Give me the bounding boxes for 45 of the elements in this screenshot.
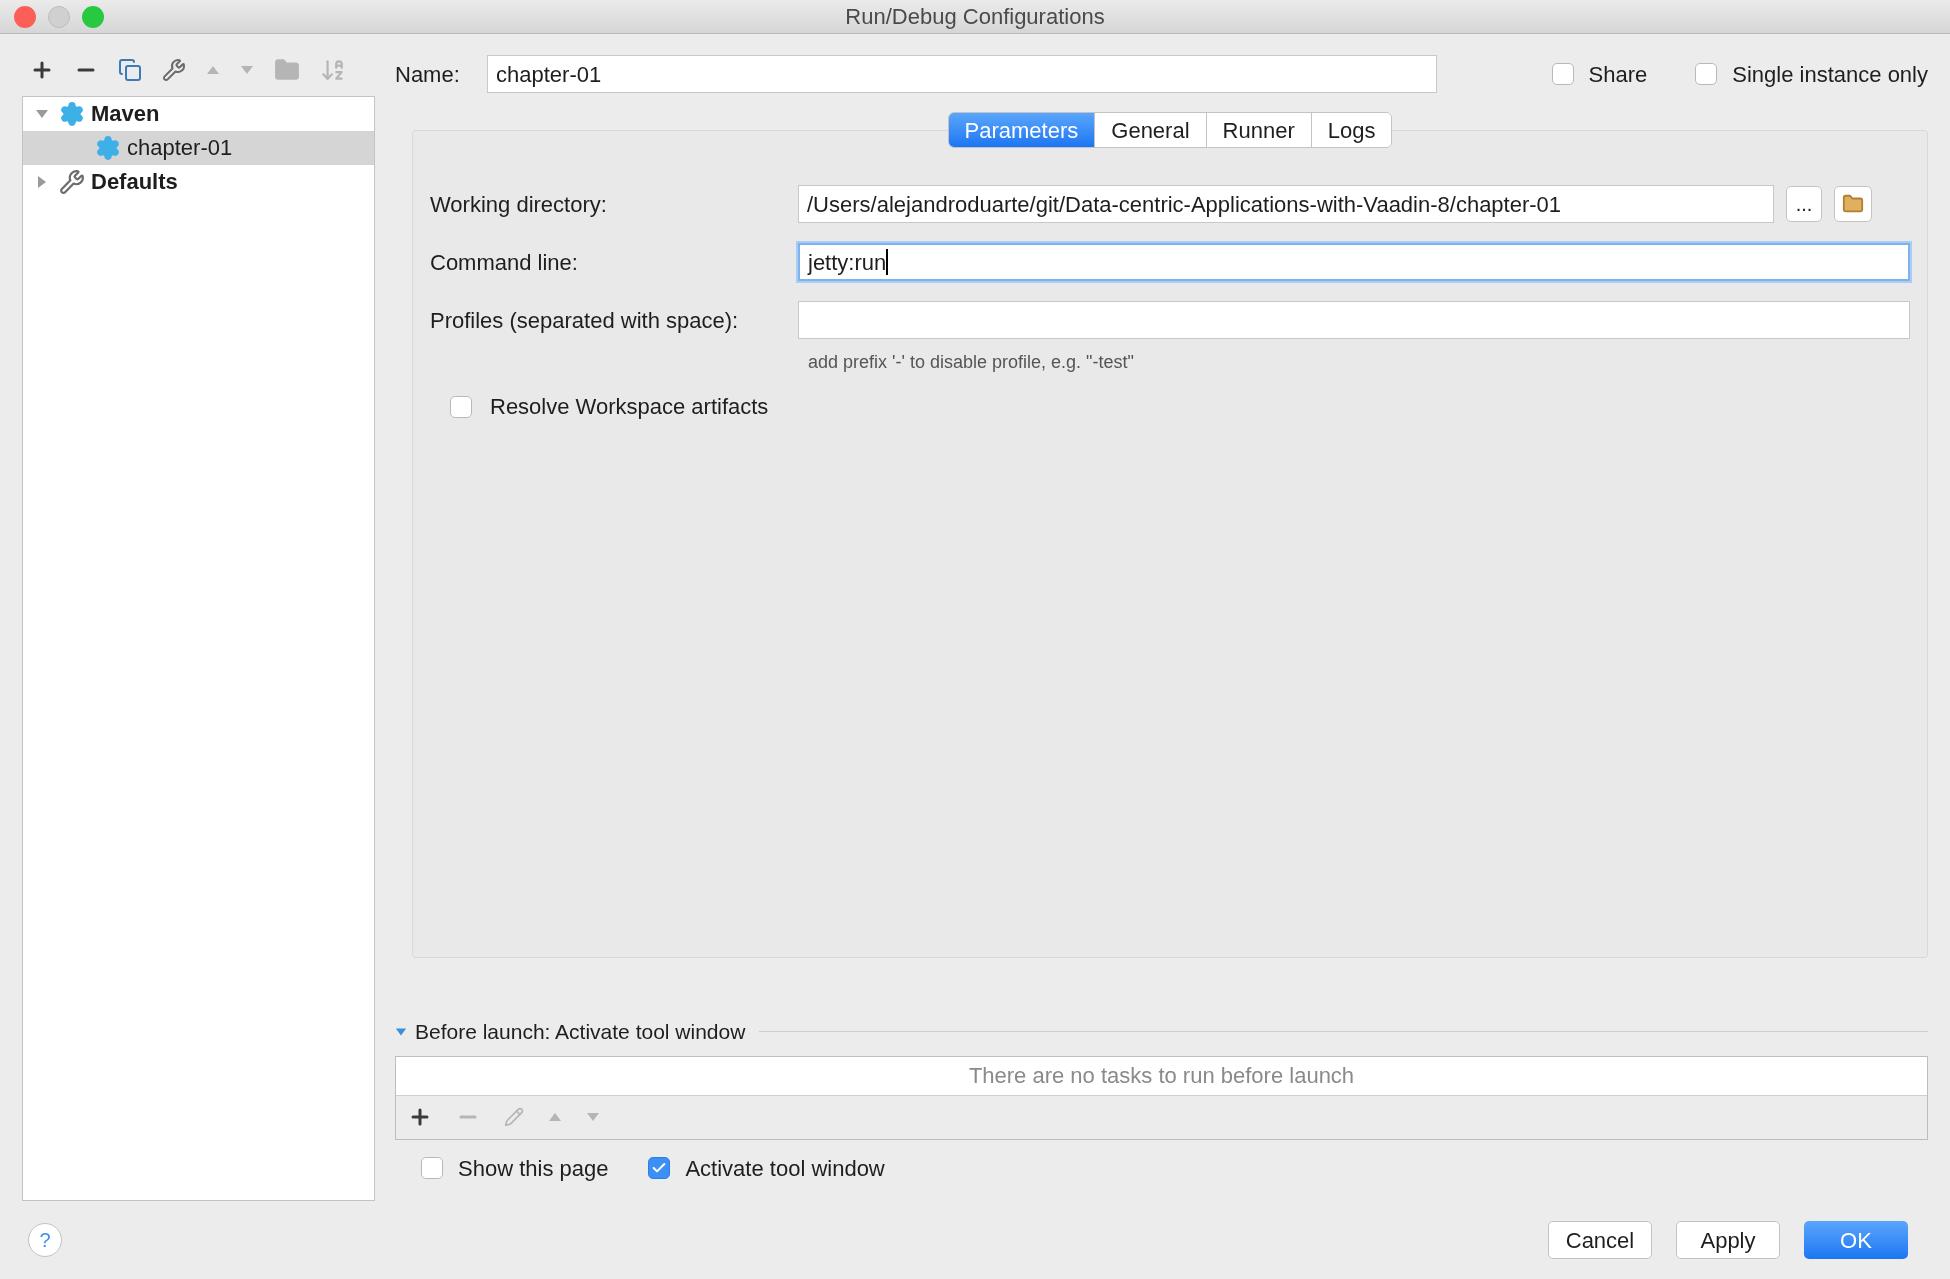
text-field[interactable]: jetty:run [798,243,1910,281]
text-field[interactable]: /Users/alejandroduarte/git/Data-centric-Applications-with-Vaadin-8/chapter-01 [798,185,1774,223]
option-label: Resolve Workspace artifacts [490,393,769,421]
wrench-icon[interactable] [162,57,186,82]
maximize-window-button[interactable] [82,5,104,28]
wrench-icon [59,168,85,195]
dialog-button[interactable]: Cancel [1548,1221,1652,1259]
dialog-button[interactable]: Apply [1676,1221,1780,1259]
option-label: Activate tool window [685,1154,885,1183]
section-title: Before launch: Activate tool window [415,1019,746,1045]
option-label: Show this page [458,1154,609,1183]
open-folder-button[interactable] [1834,186,1872,222]
browse-button[interactable]: ... [1786,186,1822,222]
checkbox[interactable] [1695,63,1718,85]
copy-icon[interactable] [118,57,142,82]
empty-list-text: There are no tasks to run before launch [968,1062,1355,1090]
tree-label: chapter-01 [127,134,233,163]
tree-label: Maven [91,100,160,129]
tree-item[interactable]: Defaults [23,164,374,199]
tree-item[interactable]: chapter-01 [23,130,374,165]
field-label: Profiles (separated with space): [430,306,740,335]
checkbox[interactable] [421,1157,443,1179]
field-value: /Users/alejandroduarte/git/Data-centric-Applications-with-Vaadin-8/chapter-01 [807,190,1562,219]
window-title: Run/Debug Configurations [844,3,1106,31]
tab[interactable]: Logs [1310,113,1392,147]
text-caret [886,249,889,275]
tree-item[interactable]: Maven [23,96,374,131]
field-hint: add prefix '-' to disable profile, e.g. "-test" [808,351,1135,374]
minimize-window-button[interactable] [48,5,70,28]
close-window-button[interactable] [14,5,36,28]
name-label: Name: [395,60,461,89]
gear-icon [95,134,121,161]
option-label: Single instance only [1732,60,1928,89]
field-value: jetty:run [808,248,887,277]
text-field[interactable] [798,301,1910,339]
field-label: Working directory: [430,190,608,219]
gear-icon [59,100,85,127]
option-label: Share [1588,60,1648,89]
tree-label: Defaults [91,168,178,197]
field-label: Command line: [430,248,579,277]
checkbox[interactable] [450,395,472,418]
checkbox[interactable] [648,1157,671,1179]
name-field[interactable]: chapter-01 [487,55,1437,93]
folder-icon [1842,193,1864,215]
checkbox[interactable] [1551,63,1574,85]
